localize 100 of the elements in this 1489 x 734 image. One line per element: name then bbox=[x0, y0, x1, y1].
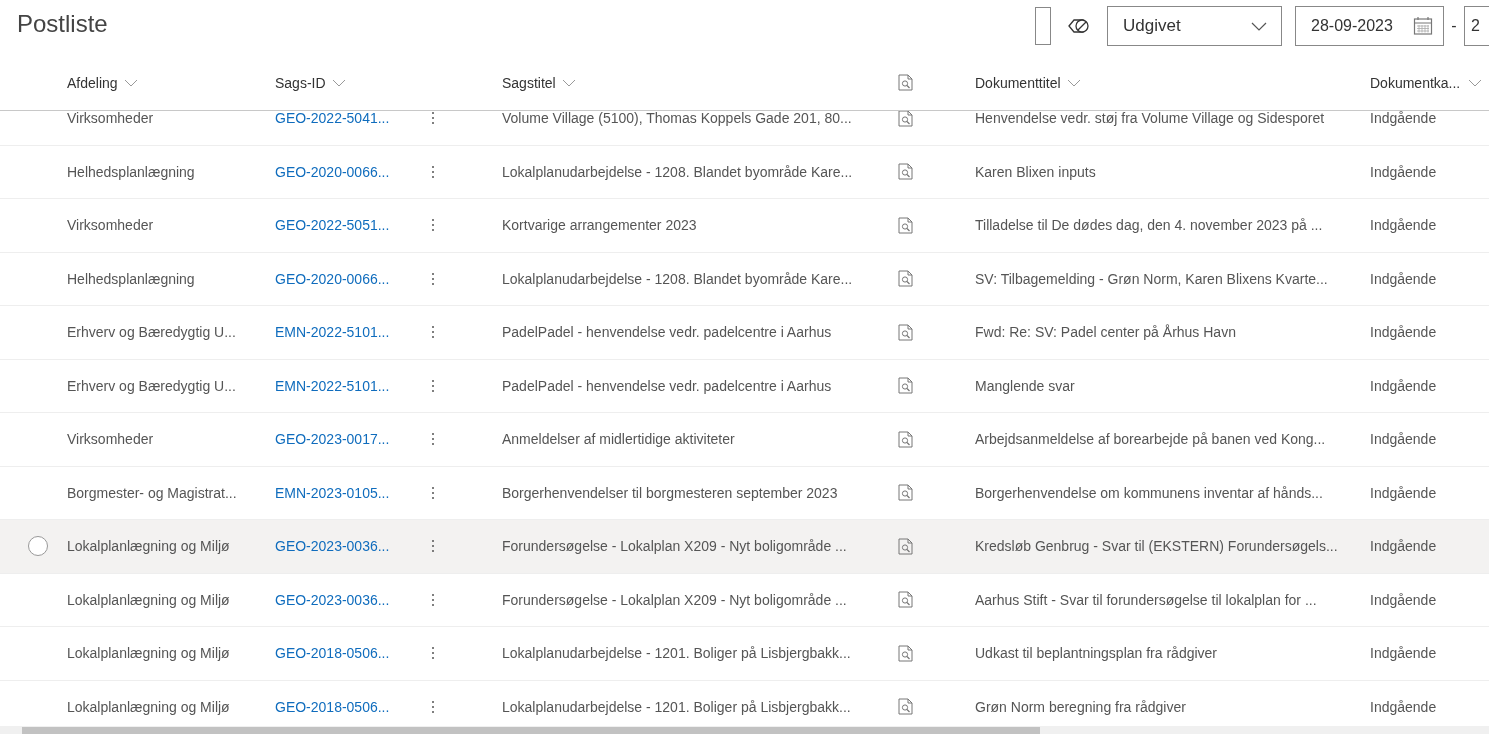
document-preview-icon[interactable] bbox=[898, 163, 913, 181]
table-cell-text: Helhedsplanlægning bbox=[67, 163, 196, 180]
table-cell-text: Aarhus Stift - Svar til forundersøgelse til lokalplan for ... bbox=[975, 591, 1318, 608]
more-icon[interactable] bbox=[431, 111, 435, 126]
table-cell-text: Indgående bbox=[1370, 431, 1438, 448]
table-cell-text: Indgående bbox=[1370, 538, 1438, 555]
table-cell-text: Lokalplanlægning og Miljø bbox=[67, 591, 231, 608]
table-cell-text: Henvendelse vedr. støj fra Volume Village og Sidesporet bbox=[975, 111, 1326, 127]
document-preview-icon[interactable] bbox=[898, 377, 913, 395]
case-id-link[interactable]: EMN-2022-5101... bbox=[275, 377, 390, 394]
table-cell-text: Indgående bbox=[1370, 698, 1438, 715]
document-preview-icon bbox=[898, 74, 913, 91]
table-cell-text: Lokalplanudarbejdelse - 1201. Boliger på Lisbjergbakk... bbox=[502, 645, 852, 662]
table-cell-text: Kortvarige arrangementer 2023 bbox=[502, 217, 698, 234]
case-id-link[interactable]: GEO-2022-5041... bbox=[275, 111, 390, 127]
table-cell-text: Indgående bbox=[1370, 484, 1438, 501]
table-cell-text: Borgmester- og Magistrat... bbox=[67, 484, 238, 501]
table-row[interactable]: Erhverv og Bæredygtig U... EMN-2022-5101... PadelPadel - henvendelse vedr. padelcentre i Aarhus Manglende svar Indgående bbox=[0, 359, 1489, 413]
table-cell-text: Lokalplanudarbejdelse - 1208. Blandet byområde Kare... bbox=[502, 270, 854, 287]
table-cell-text: Udkast til beplantningsplan fra rådgiver bbox=[975, 645, 1219, 662]
table-row[interactable]: Virksomheder GEO-2022-5041... Volume Village (5100), Thomas Koppels Gade 201, 80... Henvendelse vedr. støj fra Volume Village og Sidesporet Indgående bbox=[0, 111, 1489, 146]
table-cell-text: Tilladelse til De dødes dag, den 4. november 2023 på ... bbox=[975, 217, 1324, 234]
document-preview-icon[interactable] bbox=[898, 644, 913, 662]
more-icon[interactable] bbox=[431, 218, 435, 233]
case-id-link[interactable]: GEO-2023-0036... bbox=[275, 538, 390, 555]
more-icon[interactable] bbox=[431, 325, 435, 340]
table-cell-text: Forundersøgelse - Lokalplan X209 - Nyt boligområde ... bbox=[502, 591, 848, 608]
table-row[interactable]: Helhedsplanlægning GEO-2020-0066... Lokalplanudarbejdelse - 1208. Blandet byområde Kare... Karen Blixen inputs Indgående bbox=[0, 145, 1489, 199]
document-preview-icon[interactable] bbox=[898, 698, 913, 716]
more-icon[interactable] bbox=[431, 646, 435, 661]
table-cell-text: Lokalplanlægning og Miljø bbox=[67, 538, 231, 555]
column-header[interactable]: Sagstitel bbox=[502, 74, 556, 91]
document-preview-icon[interactable] bbox=[898, 216, 913, 234]
table-cell-text: Kredsløb Genbrug - Svar til (EKSTERN) Forundersøgels... bbox=[975, 538, 1339, 555]
more-icon[interactable] bbox=[431, 271, 435, 286]
more-icon[interactable] bbox=[431, 485, 435, 500]
more-icon[interactable] bbox=[431, 378, 435, 393]
document-preview-icon[interactable] bbox=[898, 323, 913, 341]
table-cell-text: Manglende svar bbox=[975, 377, 1076, 394]
case-id-link[interactable]: GEO-2018-0506... bbox=[275, 698, 390, 715]
date-from-field[interactable]: 28-09-2023 bbox=[1295, 6, 1444, 46]
table-cell-text: Anmeldelser af midlertidige aktiviteter bbox=[502, 431, 736, 448]
case-id-link[interactable]: GEO-2020-0066... bbox=[275, 270, 390, 287]
column-header[interactable]: Afdeling bbox=[67, 74, 118, 91]
tag-icon[interactable] bbox=[1068, 18, 1090, 34]
date-separator: - bbox=[1450, 17, 1458, 35]
table-cell-text: Lokalplanudarbejdelse - 1208. Blandet byområde Kare... bbox=[502, 163, 854, 180]
table-row[interactable]: Helhedsplanlægning GEO-2020-0066... Lokalplanudarbejdelse - 1208. Blandet byområde Kare... SV: Tilbagemelding - Grøn Norm, Karen Blixens Kvarte... Indgående bbox=[0, 252, 1489, 306]
case-id-link[interactable]: GEO-2020-0066... bbox=[275, 163, 390, 180]
table-cell-text: PadelPadel - henvendelse vedr. padelcentre i Aarhus bbox=[502, 377, 833, 394]
more-icon[interactable] bbox=[431, 539, 435, 554]
table-cell-text: Borgerhenvendelse om kommunens inventar af hånds... bbox=[975, 484, 1324, 501]
case-id-link[interactable]: GEO-2022-5051... bbox=[275, 217, 390, 234]
document-preview-icon[interactable] bbox=[898, 537, 913, 555]
chevron-down-icon[interactable] bbox=[123, 78, 138, 87]
table-row[interactable]: Lokalplanlægning og Miljø GEO-2018-0506... Lokalplanudarbejdelse - 1201. Boliger på Lisbjergbakk... Udkast til beplantningsplan fra rådgiver Indgående bbox=[0, 627, 1489, 681]
table-cell-text: Erhverv og Bæredygtig U... bbox=[67, 324, 237, 341]
case-id-link[interactable]: GEO-2018-0506... bbox=[275, 645, 390, 662]
chevron-down-icon[interactable] bbox=[331, 78, 346, 87]
table-cell-text: Indgående bbox=[1370, 645, 1438, 662]
table-cell-text: Forundersøgelse - Lokalplan X209 - Nyt boligområde ... bbox=[502, 538, 848, 555]
document-preview-icon[interactable] bbox=[898, 591, 913, 609]
table-row[interactable]: Virksomheder GEO-2022-5051... Kortvarige arrangementer 2023 Tilladelse til De dødes dag, den 4. november 2023 på ... Indgående bbox=[0, 199, 1489, 253]
column-header[interactable]: Dokumenttitel bbox=[975, 74, 1061, 91]
table-cell-text: Karen Blixen inputs bbox=[975, 163, 1097, 180]
case-id-link[interactable]: GEO-2023-0017... bbox=[275, 431, 390, 448]
more-icon[interactable] bbox=[431, 592, 435, 607]
document-preview-icon[interactable] bbox=[898, 111, 913, 127]
chevron-down-icon[interactable] bbox=[1468, 78, 1482, 87]
horizontal-scrollbar[interactable] bbox=[0, 726, 1489, 734]
table-row[interactable]: Erhverv og Bæredygtig U... EMN-2022-5101... PadelPadel - henvendelse vedr. padelcentre i Aarhus Fwd: Re: SV: Padel center på Århus Havn Indgående bbox=[0, 306, 1489, 360]
row-select-radio[interactable] bbox=[27, 536, 48, 557]
more-icon[interactable] bbox=[431, 699, 435, 714]
document-preview-icon[interactable] bbox=[898, 484, 913, 502]
document-preview-icon[interactable] bbox=[898, 270, 913, 288]
case-id-link[interactable]: EMN-2022-5101... bbox=[275, 324, 390, 341]
chevron-down-icon[interactable] bbox=[1066, 78, 1081, 87]
table-cell-text: Indgående bbox=[1370, 111, 1438, 127]
table-cell-text: PadelPadel - henvendelse vedr. padelcentre i Aarhus bbox=[502, 324, 833, 341]
column-header[interactable]: Dokumentka... bbox=[1370, 74, 1461, 91]
calendar-icon bbox=[1413, 16, 1433, 36]
more-icon[interactable] bbox=[431, 432, 435, 447]
date-to-field[interactable]: 2 bbox=[1464, 6, 1489, 46]
table-cell-text: Fwd: Re: SV: Padel center på Århus Havn bbox=[975, 324, 1237, 341]
document-preview-icon[interactable] bbox=[898, 430, 913, 448]
status-dropdown[interactable]: Udgivet bbox=[1107, 6, 1282, 46]
case-id-link[interactable]: GEO-2023-0036... bbox=[275, 591, 390, 608]
table-row[interactable]: Virksomheder GEO-2023-0017... Anmeldelser af midlertidige aktiviteter Arbejdsanmeldelse af borearbejde på banen ved Kong... Indgående bbox=[0, 413, 1489, 467]
table-cell-text: Virksomheder bbox=[67, 217, 155, 234]
case-id-link[interactable]: EMN-2023-0105... bbox=[275, 484, 390, 501]
more-icon[interactable] bbox=[431, 164, 435, 179]
table-cell-text: Lokalplanudarbejdelse - 1201. Boliger på Lisbjergbakk... bbox=[502, 698, 852, 715]
table-cell-text: Virksomheder bbox=[67, 111, 155, 127]
empty-field[interactable] bbox=[1035, 7, 1051, 45]
column-header[interactable]: Sags-ID bbox=[275, 74, 326, 91]
chevron-down-icon[interactable] bbox=[561, 78, 576, 87]
table-cell-text: Borgerhenvendelser til borgmesteren september 2023 bbox=[502, 484, 839, 501]
table-row[interactable]: Lokalplanlægning og Miljø GEO-2023-0036... Forundersøgelse - Lokalplan X209 - Nyt boligområde ... Aarhus Stift - Svar til forundersøgelse til lokalplan for ... Indgående bbox=[0, 573, 1489, 627]
table-cell-text: Virksomheder bbox=[67, 431, 155, 448]
table-row[interactable]: Lokalplanlægning og Miljø GEO-2023-0036... Forundersøgelse - Lokalplan X209 - Nyt boligområde ... Kredsløb Genbrug - Svar til (EKSTERN) Forundersøgels... Indgående bbox=[0, 520, 1489, 574]
